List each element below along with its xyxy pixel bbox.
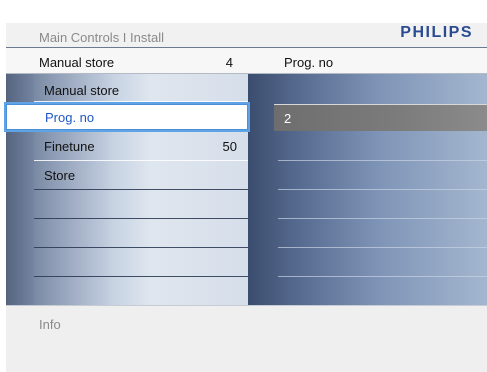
breadcrumb: Main Controls I Install <box>39 30 164 45</box>
submenu-divider <box>278 189 487 190</box>
menu-item-store[interactable]: Store <box>34 162 248 189</box>
menu-item-prog-no[interactable]: Prog. no <box>6 104 248 130</box>
submenu-selected-row[interactable]: 2 <box>274 104 487 131</box>
submenu-divider <box>278 247 487 248</box>
submenu-divider <box>278 160 487 161</box>
submenu-selected-value: 2 <box>284 111 292 126</box>
menu-item-value: 50 <box>222 139 237 154</box>
menu-item-label: Store <box>44 168 76 183</box>
brand-logo: PHILIPS <box>400 24 473 41</box>
menu-item-finetune[interactable]: Finetune 50 <box>34 133 248 160</box>
info-label: Info <box>39 317 61 332</box>
menu-divider <box>34 160 248 161</box>
info-bar <box>6 305 487 372</box>
status-current-menu: Manual store <box>39 55 115 70</box>
submenu-divider <box>278 218 487 219</box>
submenu-divider <box>278 276 487 277</box>
menu-divider <box>34 276 248 277</box>
menu-divider <box>34 189 248 190</box>
menu-divider <box>34 130 248 131</box>
menu-item-label: Prog. no <box>45 110 95 125</box>
status-current-item: Prog. no <box>284 55 334 70</box>
menu-item-label: Manual store <box>44 83 120 98</box>
status-current-value: 4 <box>225 55 233 70</box>
menu-item-label: Finetune <box>44 139 95 154</box>
menu-divider <box>34 218 248 219</box>
menu-item-manual-store[interactable]: Manual store <box>34 77 248 104</box>
menu-divider <box>34 247 248 248</box>
